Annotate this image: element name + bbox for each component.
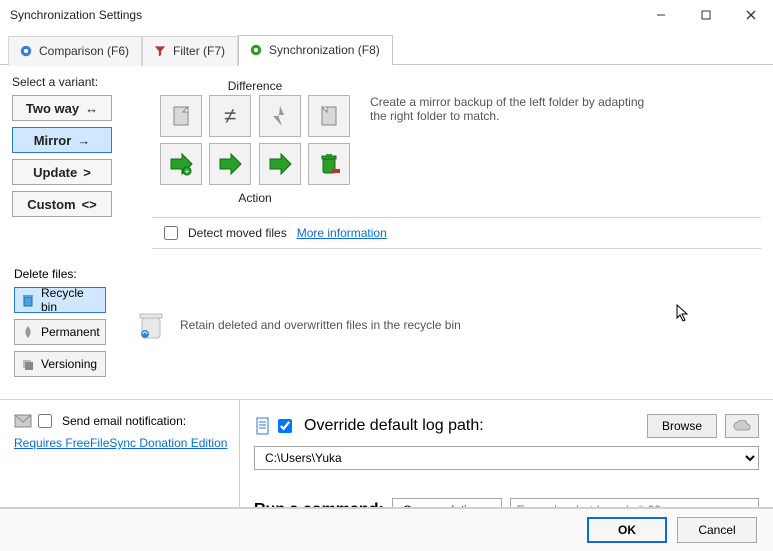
delete-versioning[interactable]: Versioning [14,351,106,377]
cloud-icon [733,420,751,432]
arrow-right-icon: → [77,133,90,148]
variant-description: Create a mirror backup of the left folde… [370,75,660,217]
more-information-link[interactable]: More information [297,226,387,240]
two-way-icon: ↔ [85,101,98,116]
donation-edition-link[interactable]: Requires FreeFileSync Donation Edition [14,436,227,450]
log-icon [254,417,270,435]
recycle-bin-icon [21,293,35,307]
delete-recycle-bin[interactable]: Recycle bin [14,287,106,313]
maximize-button[interactable] [683,0,728,30]
window-title: Synchronization Settings [10,8,142,22]
delete-option-label: Permanent [41,325,100,339]
ok-button[interactable]: OK [587,517,667,543]
diamond-icon: <> [82,197,97,212]
funnel-icon [153,44,167,58]
cloud-storage-button[interactable] [725,414,759,438]
variant-custom[interactable]: Custom <> [12,191,112,217]
variant-text: Two way [26,101,79,116]
variant-text: Update [33,165,77,180]
variant-text: Mirror [34,133,72,148]
diff-not-equal-icon[interactable]: ≠ [209,95,251,137]
minimize-button[interactable] [638,0,683,30]
gear-green-icon [249,43,263,57]
gear-blue-icon [19,44,33,58]
chevron-right-icon: > [83,165,91,180]
diff-conflict-icon[interactable] [259,95,301,137]
variant-mirror[interactable]: Mirror → [12,127,112,153]
difference-label: Difference [158,79,352,93]
delete-permanent[interactable]: Permanent [14,319,106,345]
delete-files-label: Delete files: [14,267,106,281]
action-overwrite-right-icon[interactable] [259,143,301,185]
action-create-right-icon[interactable]: + [160,143,202,185]
svg-text:+: + [185,167,190,176]
send-email-label: Send email notification: [62,414,186,428]
tab-synchronization[interactable]: Synchronization (F8) [238,35,393,66]
diff-right-only-icon[interactable] [308,95,350,137]
tab-filter[interactable]: Filter (F7) [142,36,238,66]
tab-comparison[interactable]: Comparison (F6) [8,36,142,66]
delete-option-label: Versioning [41,357,97,371]
send-email-checkbox[interactable] [38,414,52,428]
cancel-button[interactable]: Cancel [677,517,757,543]
diff-left-only-icon[interactable] [160,95,202,137]
svg-text:≠: ≠ [224,103,236,128]
tab-label: Synchronization (F8) [269,43,380,57]
cancel-label: Cancel [698,523,735,537]
delete-description: Retain deleted and overwritten files in … [180,318,461,332]
delete-option-label: Recycle bin [41,286,99,314]
variant-update[interactable]: Update > [12,159,112,185]
override-log-path-checkbox[interactable] [278,419,292,433]
tab-bar: Comparison (F6) Filter (F7) Synchronizat… [0,30,773,65]
log-path-input[interactable]: C:\Users\Yuka [254,446,759,470]
browse-button[interactable]: Browse [647,414,717,438]
recycle-bin-large-icon [134,308,168,342]
tab-label: Filter (F7) [173,44,225,58]
override-log-path-label: Override default log path: [304,417,484,435]
variant-two-way[interactable]: Two way ↔ [12,95,112,121]
action-label: Action [158,191,352,205]
variant-text: Custom [27,197,75,212]
detect-moved-files-label: Detect moved files [188,226,287,240]
flame-icon [21,325,35,339]
action-update-right-icon[interactable] [209,143,251,185]
envelope-icon [14,414,32,428]
detect-moved-files-checkbox[interactable] [164,226,178,240]
tab-label: Comparison (F6) [39,44,129,58]
dialog-footer: OK Cancel [0,507,773,551]
stack-icon [21,357,35,371]
action-delete-right-icon[interactable] [308,143,350,185]
close-button[interactable] [728,0,773,30]
titlebar: Synchronization Settings [0,0,773,30]
ok-label: OK [618,523,636,537]
variant-label: Select a variant: [12,75,122,89]
browse-label: Browse [662,419,702,433]
